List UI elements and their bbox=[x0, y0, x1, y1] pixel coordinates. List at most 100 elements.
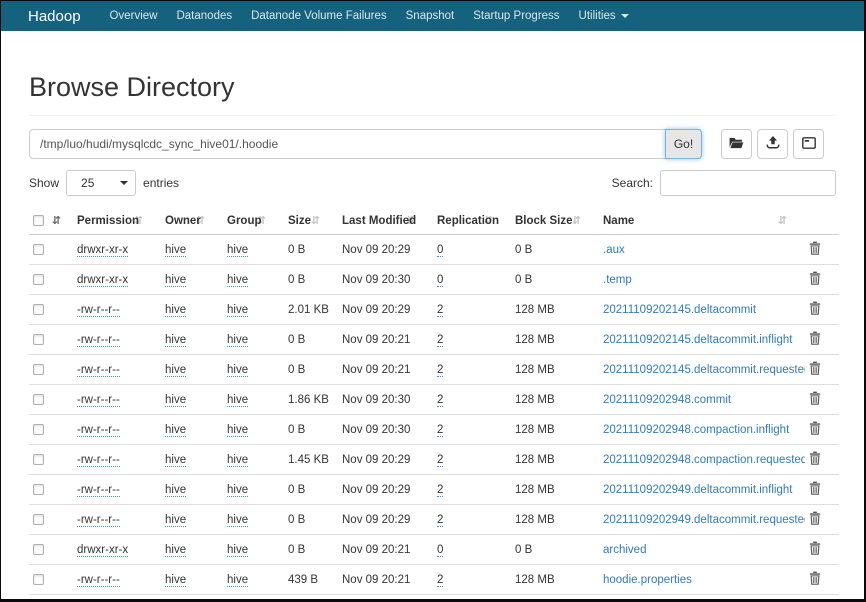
file-name-link[interactable]: 20211109202145.deltacommit.inflight bbox=[603, 334, 792, 346]
delete-button[interactable] bbox=[809, 361, 821, 378]
file-name-link[interactable]: archived bbox=[603, 544, 646, 556]
owner-value[interactable]: hive bbox=[165, 483, 187, 497]
column-header-last-modified[interactable]: ⇵ Last Modified bbox=[338, 208, 433, 235]
permission-value[interactable]: -rw-r--r-- bbox=[77, 363, 120, 377]
permission-value[interactable]: -rw-r--r-- bbox=[77, 333, 120, 347]
nav-item-utilities[interactable]: Utilities bbox=[579, 10, 629, 22]
row-checkbox[interactable] bbox=[33, 483, 44, 495]
nav-item-snapshot[interactable]: Snapshot bbox=[406, 10, 455, 22]
file-name-link[interactable]: 20211109202145.deltacommit bbox=[603, 304, 756, 316]
column-header-permission[interactable]: ⇵ Permission bbox=[73, 208, 161, 235]
column-header-owner[interactable]: ⇵ Owner bbox=[161, 208, 223, 235]
file-name-link[interactable]: 20211109202948.commit bbox=[603, 394, 731, 406]
replication-value[interactable]: 0 bbox=[437, 273, 444, 287]
owner-value[interactable]: hive bbox=[165, 513, 187, 527]
row-checkbox[interactable] bbox=[33, 453, 44, 465]
row-checkbox[interactable] bbox=[33, 573, 44, 585]
owner-value[interactable]: hive bbox=[165, 543, 187, 557]
group-value[interactable]: hive bbox=[227, 333, 249, 347]
row-checkbox[interactable] bbox=[33, 543, 44, 555]
replication-value[interactable]: 2 bbox=[437, 453, 444, 467]
group-value[interactable]: hive bbox=[227, 243, 249, 257]
page-size-select[interactable]: 25 bbox=[66, 170, 137, 196]
row-checkbox[interactable] bbox=[33, 393, 44, 405]
file-name-link[interactable]: 20211109202949.deltacommit.requested bbox=[603, 514, 805, 526]
sort-icon[interactable]: ⇵ bbox=[52, 215, 61, 227]
create-directory-button[interactable] bbox=[793, 129, 824, 159]
nav-item-overview[interactable]: Overview bbox=[110, 10, 158, 22]
owner-value[interactable]: hive bbox=[165, 423, 187, 437]
row-checkbox[interactable] bbox=[33, 363, 44, 375]
select-all-checkbox[interactable] bbox=[33, 215, 44, 227]
owner-value[interactable]: hive bbox=[165, 453, 187, 467]
group-value[interactable]: hive bbox=[227, 393, 249, 407]
nav-item-startup-progress[interactable]: Startup Progress bbox=[473, 10, 559, 22]
file-name-link[interactable]: .aux bbox=[603, 244, 625, 256]
group-value[interactable]: hive bbox=[227, 483, 249, 497]
column-header-replication[interactable]: ⇵ Replication bbox=[433, 208, 511, 235]
replication-value[interactable]: 0 bbox=[437, 543, 444, 557]
brand-hadoop[interactable]: Hadoop bbox=[28, 8, 81, 25]
replication-value[interactable]: 2 bbox=[437, 333, 444, 347]
owner-value[interactable]: hive bbox=[165, 393, 187, 407]
go-button[interactable]: Go! bbox=[665, 129, 702, 159]
column-header-block-size[interactable]: ⇵ Block Size bbox=[511, 208, 599, 235]
nav-item-datanodes[interactable]: Datanodes bbox=[176, 10, 232, 22]
replication-value[interactable]: 2 bbox=[437, 393, 444, 407]
open-file-path-button[interactable] bbox=[721, 129, 752, 159]
file-name-link[interactable]: hoodie.properties bbox=[603, 574, 692, 586]
delete-button[interactable] bbox=[809, 331, 821, 348]
row-checkbox[interactable] bbox=[33, 303, 44, 315]
column-header-size[interactable]: ⇵ Size bbox=[284, 208, 338, 235]
group-value[interactable]: hive bbox=[227, 303, 249, 317]
owner-value[interactable]: hive bbox=[165, 363, 187, 377]
owner-value[interactable]: hive bbox=[165, 333, 187, 347]
permission-value[interactable]: -rw-r--r-- bbox=[77, 513, 120, 527]
permission-value[interactable]: -rw-r--r-- bbox=[77, 453, 120, 467]
replication-value[interactable]: 2 bbox=[437, 303, 444, 317]
group-value[interactable]: hive bbox=[227, 543, 249, 557]
delete-button[interactable] bbox=[809, 541, 821, 558]
permission-value[interactable]: drwxr-xr-x bbox=[77, 543, 129, 557]
group-value[interactable]: hive bbox=[227, 573, 249, 587]
replication-value[interactable]: 2 bbox=[437, 483, 444, 497]
owner-value[interactable]: hive bbox=[165, 573, 187, 587]
file-name-link[interactable]: 20211109202949.deltacommit.inflight bbox=[603, 484, 792, 496]
nav-item-datanode-volume-failures[interactable]: Datanode Volume Failures bbox=[251, 10, 387, 22]
row-checkbox[interactable] bbox=[33, 273, 44, 285]
file-name-link[interactable]: 20211109202948.compaction.requested bbox=[603, 454, 805, 466]
group-value[interactable]: hive bbox=[227, 513, 249, 527]
permission-value[interactable]: -rw-r--r-- bbox=[77, 303, 120, 317]
sort-icon[interactable]: ⇵ bbox=[778, 215, 787, 227]
replication-value[interactable]: 2 bbox=[437, 513, 444, 527]
permission-value[interactable]: -rw-r--r-- bbox=[77, 423, 120, 437]
search-input[interactable] bbox=[660, 170, 836, 196]
group-value[interactable]: hive bbox=[227, 423, 249, 437]
group-value[interactable]: hive bbox=[227, 273, 249, 287]
row-checkbox[interactable] bbox=[33, 513, 44, 525]
group-value[interactable]: hive bbox=[227, 453, 249, 467]
permission-value[interactable]: -rw-r--r-- bbox=[77, 393, 120, 407]
permission-value[interactable]: drwxr-xr-x bbox=[77, 273, 129, 287]
permission-value[interactable]: drwxr-xr-x bbox=[77, 243, 129, 257]
row-checkbox[interactable] bbox=[33, 243, 44, 255]
row-checkbox[interactable] bbox=[33, 423, 44, 435]
delete-button[interactable] bbox=[809, 421, 821, 438]
sort-icon[interactable]: ⇵ bbox=[311, 215, 320, 227]
column-header-group[interactable]: ⇵ Group bbox=[223, 208, 284, 235]
group-value[interactable]: hive bbox=[227, 363, 249, 377]
replication-value[interactable]: 2 bbox=[437, 363, 444, 377]
delete-button[interactable] bbox=[809, 241, 821, 258]
owner-value[interactable]: hive bbox=[165, 303, 187, 317]
file-name-link[interactable]: .temp bbox=[603, 274, 632, 286]
permission-value[interactable]: -rw-r--r-- bbox=[77, 483, 120, 497]
row-checkbox[interactable] bbox=[33, 333, 44, 345]
sort-icon[interactable]: ⇵ bbox=[572, 215, 581, 227]
column-header-name[interactable]: ⇵ Name bbox=[599, 208, 805, 235]
replication-value[interactable]: 0 bbox=[437, 243, 444, 257]
directory-path-input[interactable] bbox=[29, 129, 666, 159]
permission-value[interactable]: -rw-r--r-- bbox=[77, 573, 120, 587]
replication-value[interactable]: 2 bbox=[437, 423, 444, 437]
delete-button[interactable] bbox=[809, 571, 821, 588]
delete-button[interactable] bbox=[809, 301, 821, 318]
